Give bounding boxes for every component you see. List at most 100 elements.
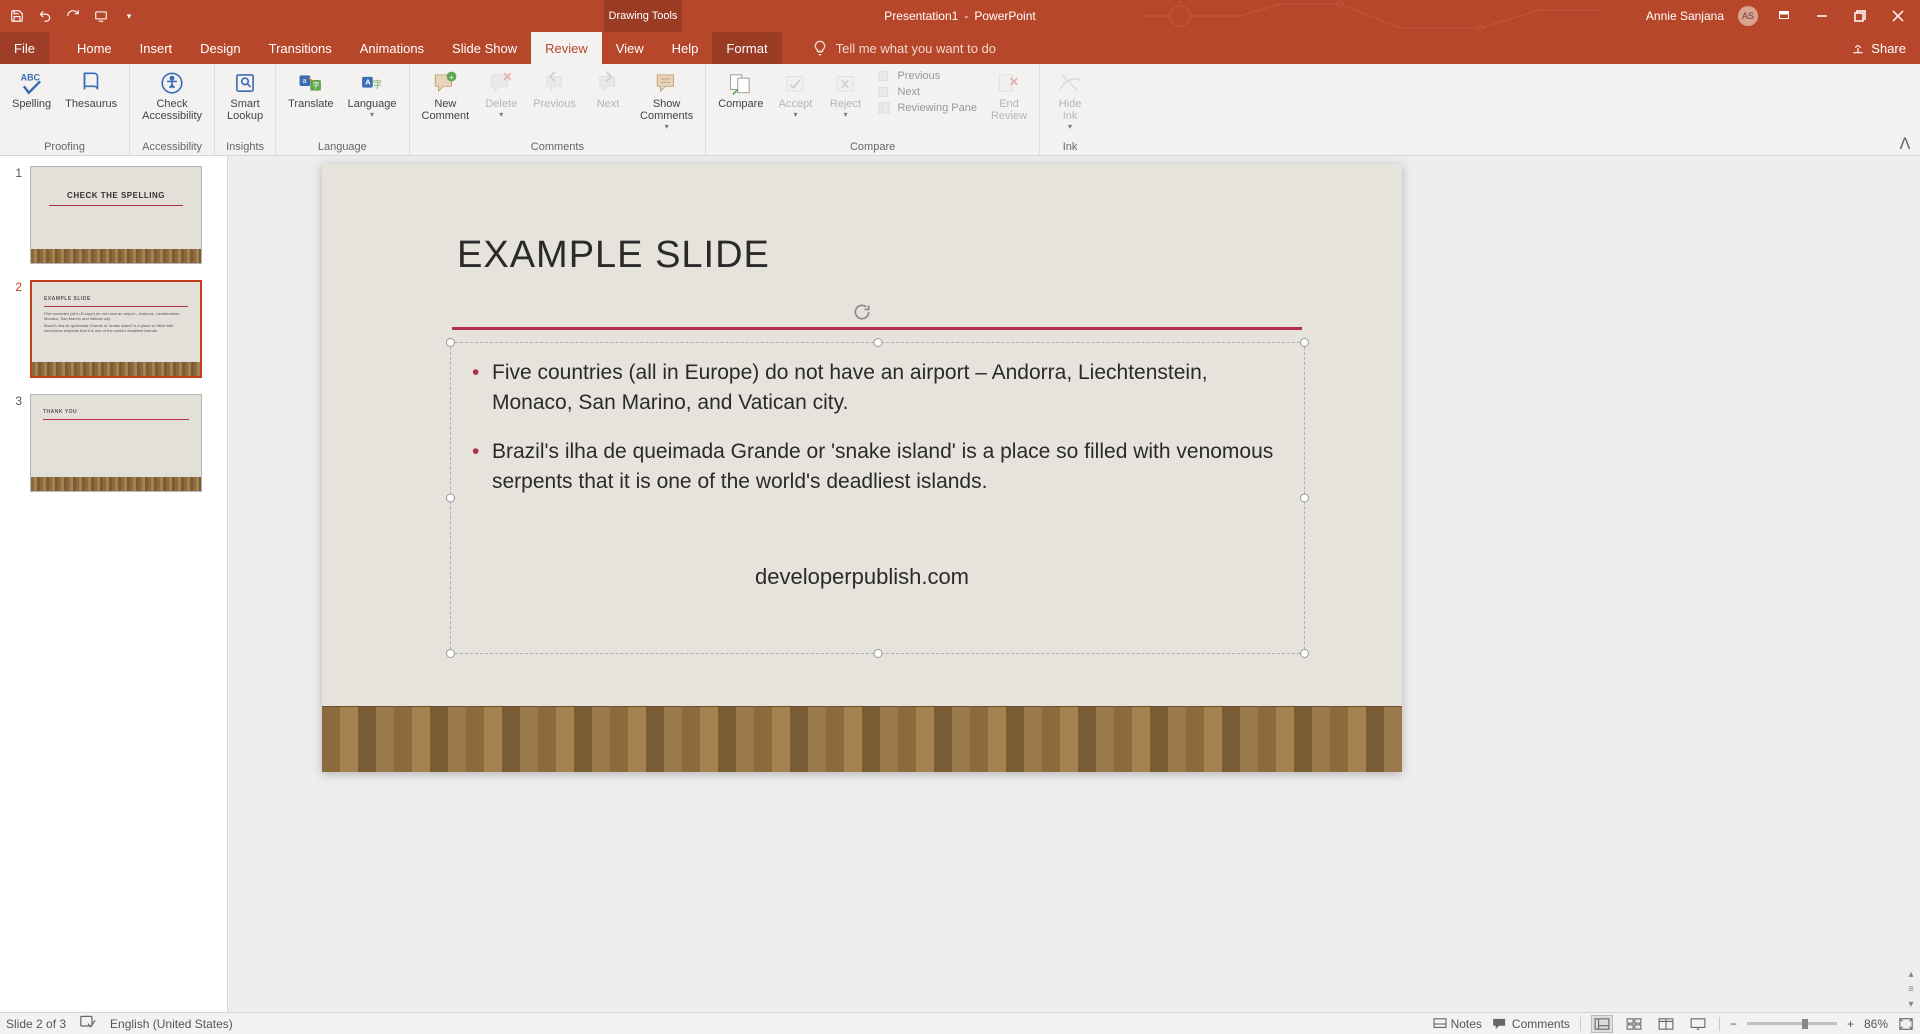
check-accessibility-button[interactable]: Check Accessibility: [138, 68, 206, 124]
slide-prev-arrow[interactable]: ▴: [1908, 969, 1913, 980]
bullet-item[interactable]: Brazil's ilha de queimada Grande or 'sna…: [472, 437, 1292, 498]
drawing-tools-context-label: Drawing Tools: [604, 0, 682, 32]
status-bar: Slide 2 of 3 English (United States) Not…: [0, 1012, 1920, 1034]
slide-thumbnail-panel[interactable]: 1 CHECK THE SPELLING 2 EXAMPLE SLIDE Fiv…: [0, 156, 228, 1012]
undo-icon[interactable]: [36, 7, 54, 25]
selection-handle[interactable]: [1300, 494, 1309, 503]
chevron-down-icon: ▾: [665, 122, 669, 131]
previous-comment-button: Previous: [529, 68, 580, 112]
fit-to-window-button[interactable]: [1898, 1017, 1914, 1031]
delete-comment-icon: [488, 70, 514, 96]
thumbnail-slide-2[interactable]: EXAMPLE SLIDE Five countries (all in Eur…: [30, 280, 202, 378]
tab-home[interactable]: Home: [63, 32, 126, 64]
slide-nav-scroll: ▴ ≡ ▾: [1902, 156, 1920, 1012]
slide-divider: [452, 327, 1302, 330]
tab-design[interactable]: Design: [186, 32, 254, 64]
reject-icon: [832, 70, 858, 96]
tab-transitions[interactable]: Transitions: [255, 32, 346, 64]
selection-handle[interactable]: [1300, 338, 1309, 347]
redo-icon[interactable]: [64, 7, 82, 25]
language-indicator[interactable]: English (United States): [110, 1017, 233, 1031]
new-comment-button[interactable]: + New Comment: [418, 68, 474, 124]
spell-check-status-icon[interactable]: [80, 1015, 96, 1032]
close-button[interactable]: [1886, 4, 1910, 28]
tab-slide-show[interactable]: Slide Show: [438, 32, 531, 64]
slideshow-view-button[interactable]: [1687, 1015, 1709, 1033]
slide-edit-area[interactable]: EXAMPLE SLIDE Five countries (all in Eur…: [228, 156, 1920, 1012]
slide-next-arrow[interactable]: ▾: [1908, 999, 1913, 1010]
tab-view[interactable]: View: [602, 32, 658, 64]
app-name: PowerPoint: [974, 9, 1035, 23]
tab-format[interactable]: Format: [712, 32, 781, 64]
svg-text:ABC: ABC: [20, 73, 40, 83]
selection-handle[interactable]: [873, 649, 882, 658]
document-name: Presentation1: [884, 9, 958, 23]
zoom-level[interactable]: 86%: [1864, 1017, 1888, 1031]
tell-me-search[interactable]: Tell me what you want to do: [782, 32, 996, 64]
account-user-name[interactable]: Annie Sanjana: [1646, 9, 1724, 23]
quick-access-toolbar: ▾: [0, 7, 138, 25]
spelling-icon: ABC: [19, 70, 45, 96]
slide-title[interactable]: EXAMPLE SLIDE: [457, 234, 770, 277]
tab-animations[interactable]: Animations: [346, 32, 438, 64]
translate-button[interactable]: a字 Translate: [284, 68, 337, 112]
next-comment-button: Next: [586, 68, 630, 112]
selection-handle[interactable]: [446, 649, 455, 658]
workspace: 1 CHECK THE SPELLING 2 EXAMPLE SLIDE Fiv…: [0, 156, 1920, 1012]
slide-split-arrow[interactable]: ≡: [1908, 984, 1914, 995]
thumbnail-1[interactable]: 1 CHECK THE SPELLING: [8, 166, 219, 264]
collapse-ribbon-button[interactable]: ᐱ: [1896, 137, 1914, 151]
language-button[interactable]: A字 Language ▾: [344, 68, 401, 121]
tab-insert[interactable]: Insert: [126, 32, 187, 64]
decorative-circuit: [1140, 0, 1600, 32]
compare-button[interactable]: Compare: [714, 68, 767, 112]
rotation-handle-icon[interactable]: [852, 302, 872, 327]
slide-body-text[interactable]: Five countries (all in Europe) do not ha…: [472, 358, 1292, 516]
slide-canvas[interactable]: EXAMPLE SLIDE Five countries (all in Eur…: [322, 164, 1402, 772]
spelling-button[interactable]: ABC Spelling: [8, 68, 55, 112]
zoom-slider-thumb[interactable]: [1802, 1019, 1808, 1029]
smart-lookup-button[interactable]: Smart Lookup: [223, 68, 267, 124]
smart-lookup-icon: [232, 70, 258, 96]
delete-comment-button: Delete▾: [479, 68, 523, 121]
normal-view-button[interactable]: [1591, 1015, 1613, 1033]
thumbnail-2[interactable]: 2 EXAMPLE SLIDE Five countries (all in E…: [8, 280, 219, 378]
save-icon[interactable]: [8, 7, 26, 25]
zoom-slider[interactable]: [1747, 1022, 1837, 1025]
account-avatar[interactable]: AS: [1738, 6, 1758, 26]
accept-icon: [782, 70, 808, 96]
selection-handle[interactable]: [446, 494, 455, 503]
tab-file[interactable]: File: [0, 32, 49, 64]
new-comment-icon: +: [432, 70, 458, 96]
qat-dropdown-icon[interactable]: ▾: [120, 7, 138, 25]
minimize-button[interactable]: [1810, 4, 1834, 28]
tab-help[interactable]: Help: [658, 32, 713, 64]
comments-button[interactable]: Comments: [1492, 1017, 1570, 1031]
ribbon-display-options-icon[interactable]: [1772, 4, 1796, 28]
selection-handle[interactable]: [873, 338, 882, 347]
title-bar: ▾ Presentation1 - PowerPoint Drawing Too…: [0, 0, 1920, 32]
slide-sorter-view-button[interactable]: [1623, 1015, 1645, 1033]
zoom-in-button[interactable]: +: [1847, 1017, 1854, 1031]
reading-view-button[interactable]: [1655, 1015, 1677, 1033]
thesaurus-button[interactable]: Thesaurus: [61, 68, 121, 112]
show-comments-button[interactable]: Show Comments ▾: [636, 68, 697, 133]
maximize-button[interactable]: [1848, 4, 1872, 28]
thumbnail-3[interactable]: 3 THANK YOU: [8, 394, 219, 492]
share-icon: [1851, 41, 1865, 55]
ribbon: ABC Spelling Thesaurus Proofing Check Ac…: [0, 64, 1920, 156]
thumbnail-slide-1[interactable]: CHECK THE SPELLING: [30, 166, 202, 264]
selection-handle[interactable]: [446, 338, 455, 347]
zoom-out-button[interactable]: −: [1730, 1017, 1737, 1031]
slide-footer-text[interactable]: developerpublish.com: [322, 564, 1402, 590]
tab-review[interactable]: Review: [531, 32, 602, 64]
bullet-item[interactable]: Five countries (all in Europe) do not ha…: [472, 358, 1292, 419]
group-ink: Hide Ink ▾ Ink: [1040, 64, 1100, 155]
selection-handle[interactable]: [1300, 649, 1309, 658]
slide-indicator[interactable]: Slide 2 of 3: [6, 1017, 66, 1031]
notes-button[interactable]: Notes: [1433, 1017, 1482, 1031]
start-from-beginning-icon[interactable]: [92, 7, 110, 25]
thumbnail-slide-3[interactable]: THANK YOU: [30, 394, 202, 492]
ribbon-tabs: File Home Insert Design Transitions Anim…: [0, 32, 1920, 64]
share-button[interactable]: Share: [1837, 32, 1920, 64]
